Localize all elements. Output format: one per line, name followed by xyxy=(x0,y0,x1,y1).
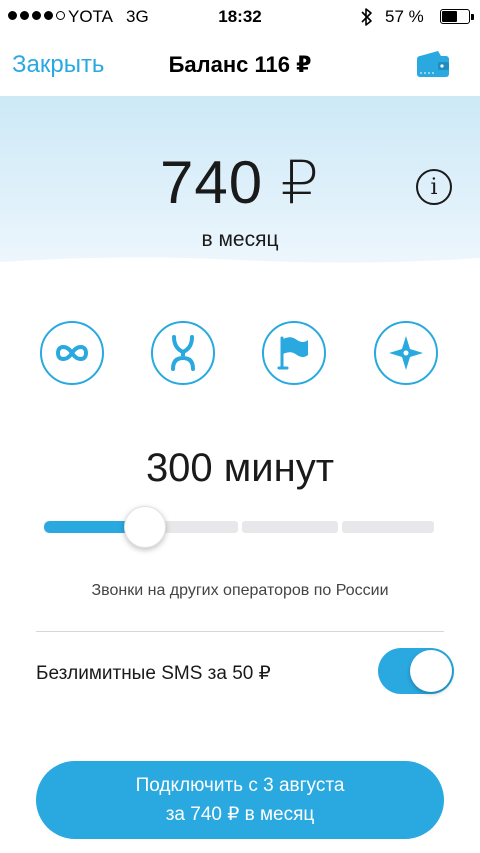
wallet-icon[interactable] xyxy=(416,50,450,78)
calls-description: Звонки на других операторов по России xyxy=(91,582,389,599)
compass-icon xyxy=(389,336,423,370)
status-bar: YOTA 3G 18:32 57 % xyxy=(0,0,480,34)
minutes-amount: 300 минут xyxy=(145,446,335,490)
tariff-price: 740 ₽ xyxy=(160,149,320,216)
connect-button-line2: за 740 ₽ в месяц xyxy=(165,804,315,825)
divider xyxy=(36,631,444,632)
nav-bar: Закрыть Баланс 116 ₽ xyxy=(0,34,480,96)
slider-segment xyxy=(342,521,434,533)
toggle-knob xyxy=(410,650,452,692)
sms-toggle[interactable] xyxy=(378,648,454,694)
connect-button[interactable]: Подключить с 3 августа за 740 ₽ в месяц xyxy=(36,761,444,839)
tariff-header: 740 ₽ в месяц i xyxy=(0,96,480,274)
info-button[interactable]: i xyxy=(416,169,452,205)
battery-icon xyxy=(440,9,474,24)
bluetooth-icon xyxy=(361,8,372,26)
flag-icon xyxy=(277,336,308,370)
tariff-period: в месяц xyxy=(201,228,279,251)
connect-button-line1: Подключить с 3 августа xyxy=(135,775,345,796)
option-country-travel[interactable] xyxy=(374,321,438,385)
balance-title: Баланс 116 ₽ xyxy=(168,52,312,77)
option-yota-apps[interactable] xyxy=(151,321,215,385)
yota-logo-icon xyxy=(171,335,195,371)
sms-option-label: Безлимитные SMS за 50 ₽ xyxy=(36,663,271,684)
slider-thumb[interactable] xyxy=(124,506,166,548)
battery-percent: 57 % xyxy=(385,7,424,26)
infinity-icon xyxy=(55,345,89,361)
slider-segment xyxy=(242,521,338,533)
info-icon: i xyxy=(430,174,438,200)
option-roaming[interactable] xyxy=(262,321,326,385)
minutes-slider[interactable] xyxy=(44,506,434,548)
hero-wave-divider xyxy=(0,257,480,274)
option-unlimited-internet[interactable] xyxy=(40,321,104,385)
